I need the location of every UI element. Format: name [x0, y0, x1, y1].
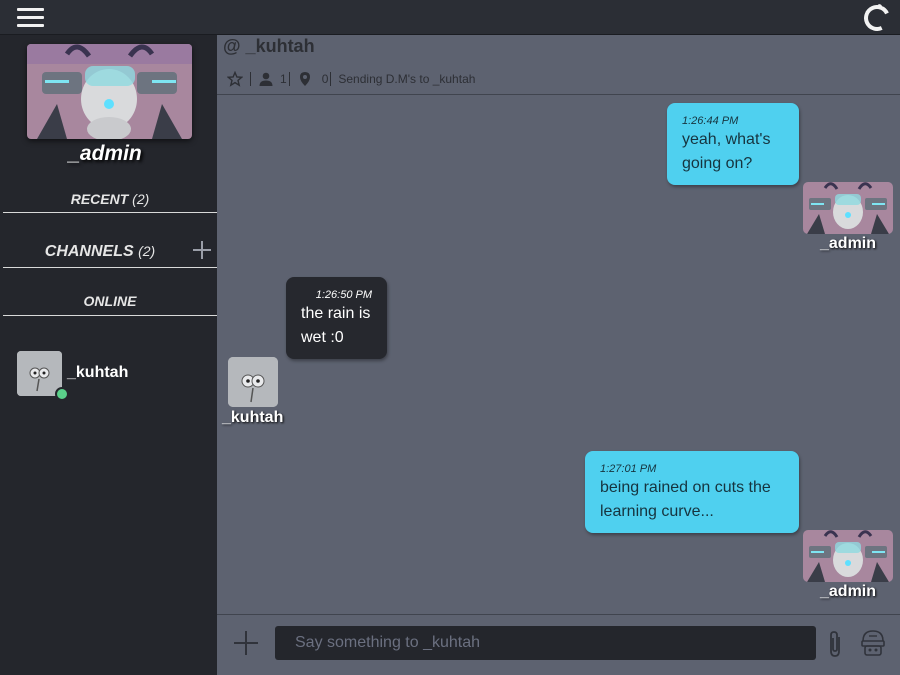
conversation-header: @ _kuhtah 1 0 Sending D.M's to _kuhtah	[217, 35, 900, 95]
section-recent-count: (2)	[132, 191, 150, 207]
separator	[288, 72, 290, 86]
bot-icon[interactable]	[858, 628, 888, 658]
star-icon[interactable]	[227, 71, 243, 87]
online-user-name: _kuhtah	[67, 364, 129, 381]
section-online[interactable]: ONLINE	[3, 293, 217, 309]
message-time: 1:26:50 PM	[315, 289, 372, 301]
conversation-meta: 1 0 Sending D.M's to _kuhtah	[227, 69, 475, 89]
message-sender: _admin	[820, 583, 877, 600]
conversation-title: @ _kuhtah	[223, 36, 315, 56]
section-recent[interactable]: RECENT (2)	[3, 191, 217, 207]
hamburger-icon[interactable]	[17, 8, 44, 28]
top-bar	[0, 0, 900, 35]
message-bubble[interactable]: 1:26:50 PM the rain is wet :0	[286, 277, 387, 359]
divider	[3, 212, 217, 213]
section-recent-label: RECENT	[70, 191, 129, 207]
loading-ring-icon[interactable]	[860, 1, 894, 35]
separator	[330, 72, 332, 86]
location-count: 0	[321, 72, 329, 86]
add-channel-icon[interactable]	[192, 240, 212, 260]
message-text-line: learning curve...	[600, 503, 714, 520]
member-count: 1	[280, 72, 287, 86]
online-status-dot	[55, 387, 69, 401]
message-text-line: being rained on cuts the	[600, 479, 771, 496]
current-username: _admin	[68, 142, 142, 165]
section-channels-label: CHANNELS	[44, 243, 134, 260]
person-icon	[259, 72, 273, 86]
section-channels[interactable]: CHANNELS (2)	[0, 243, 207, 261]
section-channels-count: (2)	[138, 243, 156, 259]
message-time: 1:26:44 PM	[682, 115, 739, 127]
message-composer	[217, 614, 900, 675]
section-online-label: ONLINE	[83, 293, 137, 309]
message-input[interactable]	[275, 626, 816, 660]
divider	[3, 267, 217, 268]
message-bubble[interactable]: 1:26:44 PM yeah, what's going on?	[667, 103, 799, 185]
message-avatar[interactable]	[803, 530, 893, 582]
message-avatar[interactable]	[228, 357, 278, 407]
online-user-kuhtah[interactable]: _kuhtah	[17, 351, 207, 401]
message-sender: _kuhtah	[222, 409, 284, 426]
user-avatar[interactable]	[27, 44, 192, 139]
location-pin-icon	[299, 72, 310, 86]
sidebar: _admin RECENT (2) CHANNELS (2) ONLINE _k…	[0, 35, 217, 675]
message-avatar[interactable]	[803, 182, 893, 234]
add-attachment-plus-icon[interactable]	[234, 631, 258, 655]
message-sender: _admin	[820, 235, 877, 252]
message-time: 1:27:01 PM	[600, 463, 657, 475]
message-text-line: wet :0	[301, 329, 344, 346]
message-text-line: yeah, what's	[682, 131, 771, 148]
separator	[250, 72, 251, 86]
divider	[3, 315, 217, 316]
message-text-line: the rain is	[301, 305, 371, 322]
message-bubble[interactable]: 1:27:01 PM being rained on cuts the lear…	[585, 451, 799, 533]
message-text-line: going on?	[682, 155, 753, 172]
paperclip-icon[interactable]	[825, 629, 845, 659]
conversation-description: Sending D.M's to _kuhtah	[338, 72, 476, 86]
